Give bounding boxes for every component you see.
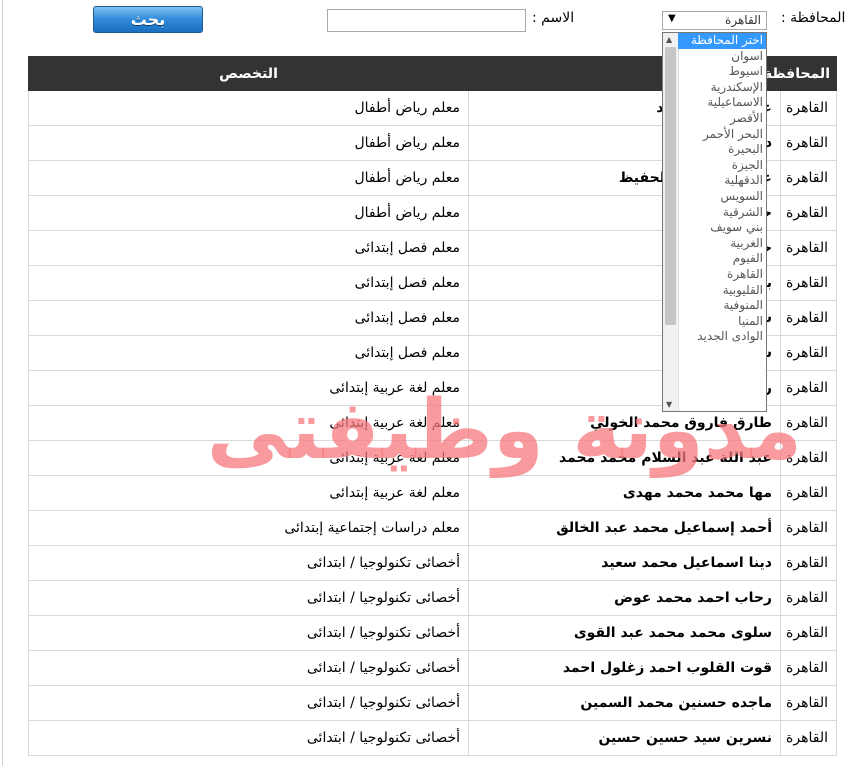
governorate-select-value: القاهرة [725, 13, 761, 27]
dropdown-option[interactable]: الاسماعيلية [678, 95, 766, 111]
dropdown-option[interactable]: الإسكندرية [678, 80, 766, 96]
cell-specialty: معلم فصل إبتدائى [28, 265, 469, 301]
dropdown-option[interactable]: الشرقية [678, 205, 766, 221]
dropdown-option[interactable]: الدقهلية [678, 173, 766, 189]
cell-name: مها محمد محمد مهدى [468, 475, 781, 511]
scrollbar-thumb[interactable] [665, 47, 676, 325]
cell-name: أحمد إسماعيل محمد عبد الخالق [468, 510, 781, 546]
cell-governorate: القاهرة [780, 650, 837, 686]
header-specialty: التخصص [28, 56, 469, 91]
cell-specialty: معلم لغة عربية إبتدائى [28, 370, 469, 406]
cell-name: رحاب احمد محمد عوض [468, 580, 781, 616]
dropdown-option[interactable]: المنوفية [678, 298, 766, 314]
cell-name: قوت القلوب احمد زغلول احمد [468, 650, 781, 686]
dropdown-option[interactable]: الوادى الجديد [678, 329, 766, 345]
governorate-label: المحافظة : [781, 10, 846, 26]
cell-governorate: القاهرة [780, 405, 837, 441]
cell-governorate: القاهرة [780, 125, 837, 161]
table-row: القاهرة نسرين سيد حسين حسين أخصائى تكنولوج… [28, 720, 837, 756]
name-input[interactable] [327, 9, 526, 32]
dropdown-scrollbar[interactable]: ▲ ▼ [663, 33, 679, 411]
dropdown-option[interactable]: اختر المحافظة [678, 33, 766, 49]
cell-governorate: القاهرة [780, 370, 837, 406]
table-row: القاهرة عبد اللة عبد السلام محمد محمد معلم… [28, 440, 837, 476]
governorate-select[interactable]: القاهرة ▼ [662, 11, 767, 30]
cell-governorate: القاهرة [780, 265, 837, 301]
cell-name: ماجده حسنين محمد السمين [468, 685, 781, 721]
cell-governorate: القاهرة [780, 335, 837, 371]
cell-governorate: القاهرة [780, 230, 837, 266]
cell-specialty: معلم رياض أطفال [28, 90, 469, 126]
dropdown-option[interactable]: البحر الأحمر [678, 127, 766, 143]
cell-specialty: معلم لغة عربية إبتدائى [28, 405, 469, 441]
cell-governorate: القاهرة [780, 475, 837, 511]
cell-governorate: القاهرة [780, 720, 837, 756]
name-label: الاسم : [532, 10, 575, 26]
cell-specialty: أخصائى تكنولوجيا / ابتدائى [28, 545, 469, 581]
cell-specialty: أخصائى تكنولوجيا / ابتدائى [28, 720, 469, 756]
table-row: القاهرة دينا اسماعيل محمد سعيد أخصائى تكنو… [28, 545, 837, 581]
dropdown-option[interactable]: البحيرة [678, 142, 766, 158]
cell-name: نسرين سيد حسين حسين [468, 720, 781, 756]
cell-name: دينا اسماعيل محمد سعيد [468, 545, 781, 581]
dropdown-options: اختر المحافظة اسوان اسيوط الإسكندرية الاسماع… [678, 33, 766, 345]
dropdown-option[interactable]: القاهرة [678, 267, 766, 283]
dropdown-option[interactable]: السويس [678, 189, 766, 205]
scroll-down-arrow-icon[interactable]: ▼ [666, 400, 672, 409]
cell-governorate: القاهرة [780, 615, 837, 651]
cell-specialty: أخصائى تكنولوجيا / ابتدائى [28, 580, 469, 616]
cell-governorate: القاهرة [780, 510, 837, 546]
dropdown-option[interactable]: اسيوط [678, 64, 766, 80]
cell-specialty: معلم رياض أطفال [28, 125, 469, 161]
cell-governorate: القاهرة [780, 90, 837, 126]
cell-name: سلوى محمد محمد عبد القوى [468, 615, 781, 651]
cell-specialty: أخصائى تكنولوجيا / ابتدائى [28, 685, 469, 721]
cell-governorate: القاهرة [780, 195, 837, 231]
dropdown-option[interactable]: المنيا [678, 314, 766, 330]
cell-specialty: معلم لغة عربية إبتدائى [28, 440, 469, 476]
cell-specialty: معلم لغة عربية إبتدائى [28, 475, 469, 511]
cell-governorate: القاهرة [780, 440, 837, 476]
table-row: القاهرة أحمد إسماعيل محمد عبد الخالق معلم … [28, 510, 837, 546]
cell-specialty: معلم رياض أطفال [28, 195, 469, 231]
cell-governorate: القاهرة [780, 580, 837, 616]
table-row: القاهرة قوت القلوب احمد زغلول احمد أخصائى … [28, 650, 837, 686]
table-row: القاهرة سلوى محمد محمد عبد القوى أخصائى تك… [28, 615, 837, 651]
dropdown-option[interactable]: الأقصر [678, 111, 766, 127]
cell-specialty: معلم دراسات إجتماعية إبتدائى [28, 510, 469, 546]
cell-governorate: القاهرة [780, 685, 837, 721]
dropdown-option[interactable]: الجيزة [678, 158, 766, 174]
cell-governorate: القاهرة [780, 545, 837, 581]
chevron-down-icon[interactable]: ▼ [668, 13, 676, 24]
cell-specialty: معلم فصل إبتدائى [28, 335, 469, 371]
cell-name: عبد اللة عبد السلام محمد محمد [468, 440, 781, 476]
dropdown-option[interactable]: القليوبية [678, 283, 766, 299]
table-row: القاهرة رحاب احمد محمد عوض أخصائى تكنولوجي… [28, 580, 837, 616]
cell-specialty: معلم فصل إبتدائى [28, 230, 469, 266]
dropdown-option[interactable]: بني سويف [678, 220, 766, 236]
page-left-border [2, 0, 3, 766]
cell-governorate: القاهرة [780, 160, 837, 196]
cell-specialty: أخصائى تكنولوجيا / ابتدائى [28, 615, 469, 651]
governorate-dropdown-list[interactable]: ▲ ▼ اختر المحافظة اسوان اسيوط الإسكندرية الا… [662, 32, 767, 412]
dropdown-option[interactable]: الغربية [678, 236, 766, 252]
dropdown-option[interactable]: اسوان [678, 49, 766, 65]
search-button[interactable]: بحث [93, 6, 203, 33]
cell-specialty: معلم فصل إبتدائى [28, 300, 469, 336]
cell-specialty: أخصائى تكنولوجيا / ابتدائى [28, 650, 469, 686]
table-row: القاهرة مها محمد محمد مهدى معلم لغة عربية … [28, 475, 837, 511]
cell-governorate: القاهرة [780, 300, 837, 336]
dropdown-option[interactable]: الفيوم [678, 251, 766, 267]
table-row: القاهرة ماجده حسنين محمد السمين أخصائى تكن… [28, 685, 837, 721]
cell-specialty: معلم رياض أطفال [28, 160, 469, 196]
header-governorate: المحافظة [764, 56, 837, 91]
scroll-up-arrow-icon[interactable]: ▲ [666, 35, 672, 44]
